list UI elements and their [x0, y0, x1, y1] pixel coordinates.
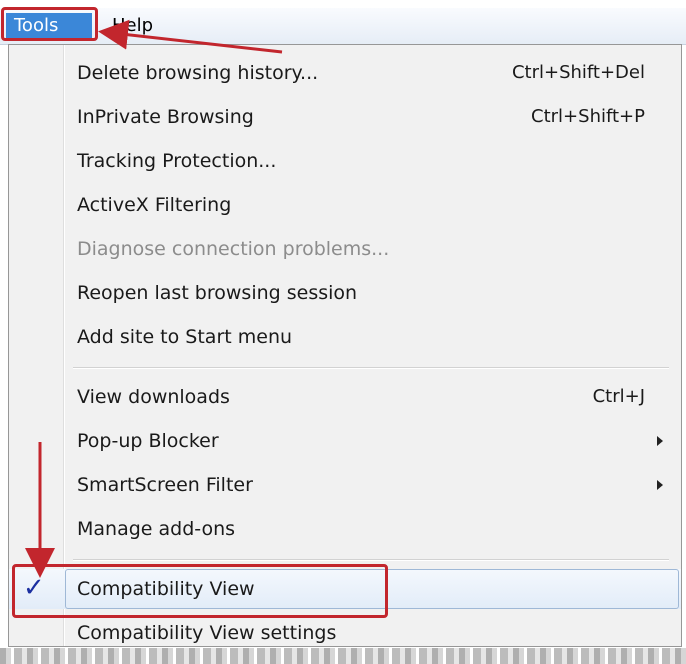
- menu-item-label: Manage add-ons: [77, 518, 236, 540]
- menu-item-popup-blocker[interactable]: Pop-up Blocker: [9, 421, 681, 461]
- menu-item-view-downloads[interactable]: View downloads Ctrl+J: [9, 377, 681, 417]
- menu-item-label: ActiveX Filtering: [77, 194, 232, 216]
- menu-item-label: View downloads: [77, 386, 230, 408]
- torn-edge: [0, 648, 686, 664]
- menu-item-label: Pop-up Blocker: [77, 430, 219, 452]
- chevron-right-icon: [657, 480, 663, 490]
- menu-item-label: Reopen last browsing session: [77, 282, 358, 304]
- menu-item-label: Add site to Start menu: [77, 326, 293, 348]
- menu-item-label: InPrivate Browsing: [77, 106, 254, 128]
- menu-item-label: Compatibility View settings: [77, 622, 337, 644]
- menu-separator: [73, 559, 669, 561]
- menu-item-label: Delete browsing history...: [77, 62, 319, 84]
- menu-item-label: SmartScreen Filter: [77, 474, 253, 496]
- menu-item-shortcut: Ctrl+J: [592, 386, 645, 407]
- tools-annotation-box: [1, 7, 98, 41]
- compatibility-annotation-box: [12, 564, 388, 618]
- menu-item-add-site-to-start[interactable]: Add site to Start menu: [9, 317, 681, 357]
- caption-fragment: [0, 0, 686, 8]
- tools-dropdown-menu: Delete browsing history... Ctrl+Shift+De…: [8, 44, 682, 647]
- menu-item-diagnose-connection: Diagnose connection problems...: [9, 229, 681, 269]
- menu-item-tracking-protection[interactable]: Tracking Protection...: [9, 141, 681, 181]
- menu-item-activex-filtering[interactable]: ActiveX Filtering: [9, 185, 681, 225]
- menu-item-inprivate-browsing[interactable]: InPrivate Browsing Ctrl+Shift+P: [9, 97, 681, 137]
- menu-item-manage-addons[interactable]: Manage add-ons: [9, 509, 681, 549]
- menu-item-shortcut: Ctrl+Shift+P: [531, 106, 645, 127]
- chevron-right-icon: [657, 436, 663, 446]
- menu-item-label: Diagnose connection problems...: [77, 238, 390, 260]
- menu-item-reopen-last-session[interactable]: Reopen last browsing session: [9, 273, 681, 313]
- menu-item-label: Tracking Protection...: [77, 150, 277, 172]
- menu-separator: [73, 367, 669, 369]
- menu-item-delete-browsing-history[interactable]: Delete browsing history... Ctrl+Shift+De…: [9, 53, 681, 93]
- menu-help[interactable]: Help: [112, 13, 153, 39]
- menu-bar: Tools Help: [0, 8, 686, 45]
- menu-item-compatibility-view-settings[interactable]: Compatibility View settings: [9, 613, 681, 653]
- menu-item-shortcut: Ctrl+Shift+Del: [511, 62, 645, 83]
- menu-item-smartscreen-filter[interactable]: SmartScreen Filter: [9, 465, 681, 505]
